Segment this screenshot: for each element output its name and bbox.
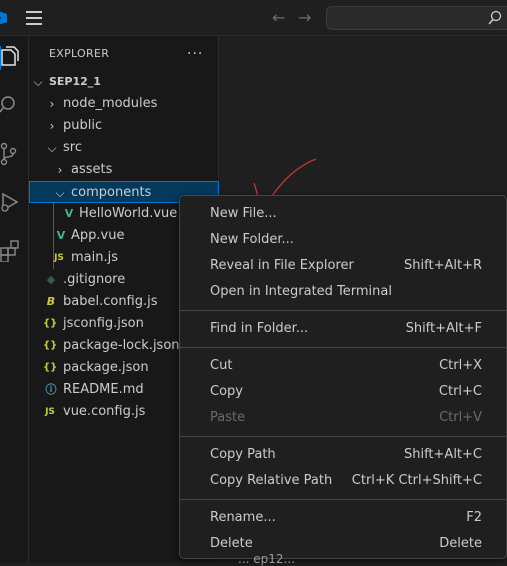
explorer-icon[interactable] (0, 46, 22, 70)
menu-item-copy-relative-path[interactable]: Copy Relative Path Ctrl+K Ctrl+Shift+C (180, 468, 507, 494)
menu-separator (180, 436, 506, 437)
tree-folder-node-modules[interactable]: › node_modules (29, 93, 219, 115)
forward-arrow-icon[interactable]: → (298, 8, 311, 27)
js-file-icon: JS (45, 407, 55, 417)
chevron-down-icon: ⌵ (33, 75, 43, 89)
json-file-icon: {} (43, 318, 58, 329)
vue-file-icon: V (56, 229, 66, 242)
babel-file-icon: B (46, 295, 56, 308)
more-actions-icon[interactable]: ··· (187, 46, 203, 62)
js-file-icon: JS (54, 253, 64, 263)
menu-separator (180, 499, 506, 500)
menu-item-paste: Paste Ctrl+V (210, 410, 482, 425)
command-center-search[interactable] (326, 6, 507, 30)
activity-bar (0, 36, 29, 562)
hamburger-menu-button[interactable] (26, 11, 44, 25)
chevron-right-icon: › (57, 163, 63, 177)
extensions-icon[interactable] (0, 238, 22, 262)
tree-folder-assets[interactable]: › assets (29, 159, 219, 181)
menu-item-reveal-in-explorer[interactable]: Reveal in File Explorer Shift+Alt+R (180, 253, 507, 279)
chevron-right-icon: › (49, 97, 55, 111)
run-debug-icon[interactable] (0, 190, 22, 214)
json-file-icon: {} (43, 362, 58, 373)
source-control-icon[interactable] (0, 142, 22, 166)
menu-item-delete[interactable]: Delete Delete (180, 531, 507, 557)
menu-item-rename[interactable]: Rename... F2 (180, 505, 507, 531)
menu-item-find-in-folder[interactable]: Find in Folder... Shift+Alt+F (180, 316, 507, 342)
chevron-right-icon: › (49, 119, 55, 133)
tree-folder-src[interactable]: ⌵ src (29, 137, 219, 159)
back-arrow-icon[interactable]: ← (272, 8, 285, 27)
info-file-icon: ⓘ (45, 383, 57, 396)
chevron-down-icon: ⌵ (47, 141, 57, 155)
menu-item-copy-path[interactable]: Copy Path Shift+Alt+C (180, 442, 507, 468)
gitignore-file-icon: ◆ (46, 273, 56, 286)
menu-item-new-folder[interactable]: New Folder... (180, 227, 507, 253)
tree-folder-public[interactable]: › public (29, 115, 219, 137)
chevron-down-icon: ⌵ (55, 186, 65, 200)
explorer-title: EXPLORER (49, 47, 110, 60)
menu-item-open-terminal[interactable]: Open in Integrated Terminal (180, 279, 507, 305)
search-view-icon[interactable] (0, 92, 22, 116)
json-file-icon: {} (43, 340, 58, 351)
menu-separator (180, 310, 506, 311)
context-menu: New File... New Folder... Reveal in File… (179, 195, 507, 559)
vue-file-icon: V (64, 207, 74, 220)
menu-separator (180, 347, 506, 348)
editor-partial-text: ... ep12... (238, 552, 295, 566)
menu-item-cut[interactable]: Cut Ctrl+X (180, 353, 507, 379)
title-bar: ← → (0, 0, 507, 36)
search-icon (488, 10, 502, 25)
vscode-logo-icon (0, 11, 7, 25)
menu-item-new-file[interactable]: New File... (180, 201, 507, 227)
tree-root-folder[interactable]: ⌵ SEP12_1 (29, 71, 219, 93)
menu-item-copy[interactable]: Copy Ctrl+C (180, 379, 507, 405)
